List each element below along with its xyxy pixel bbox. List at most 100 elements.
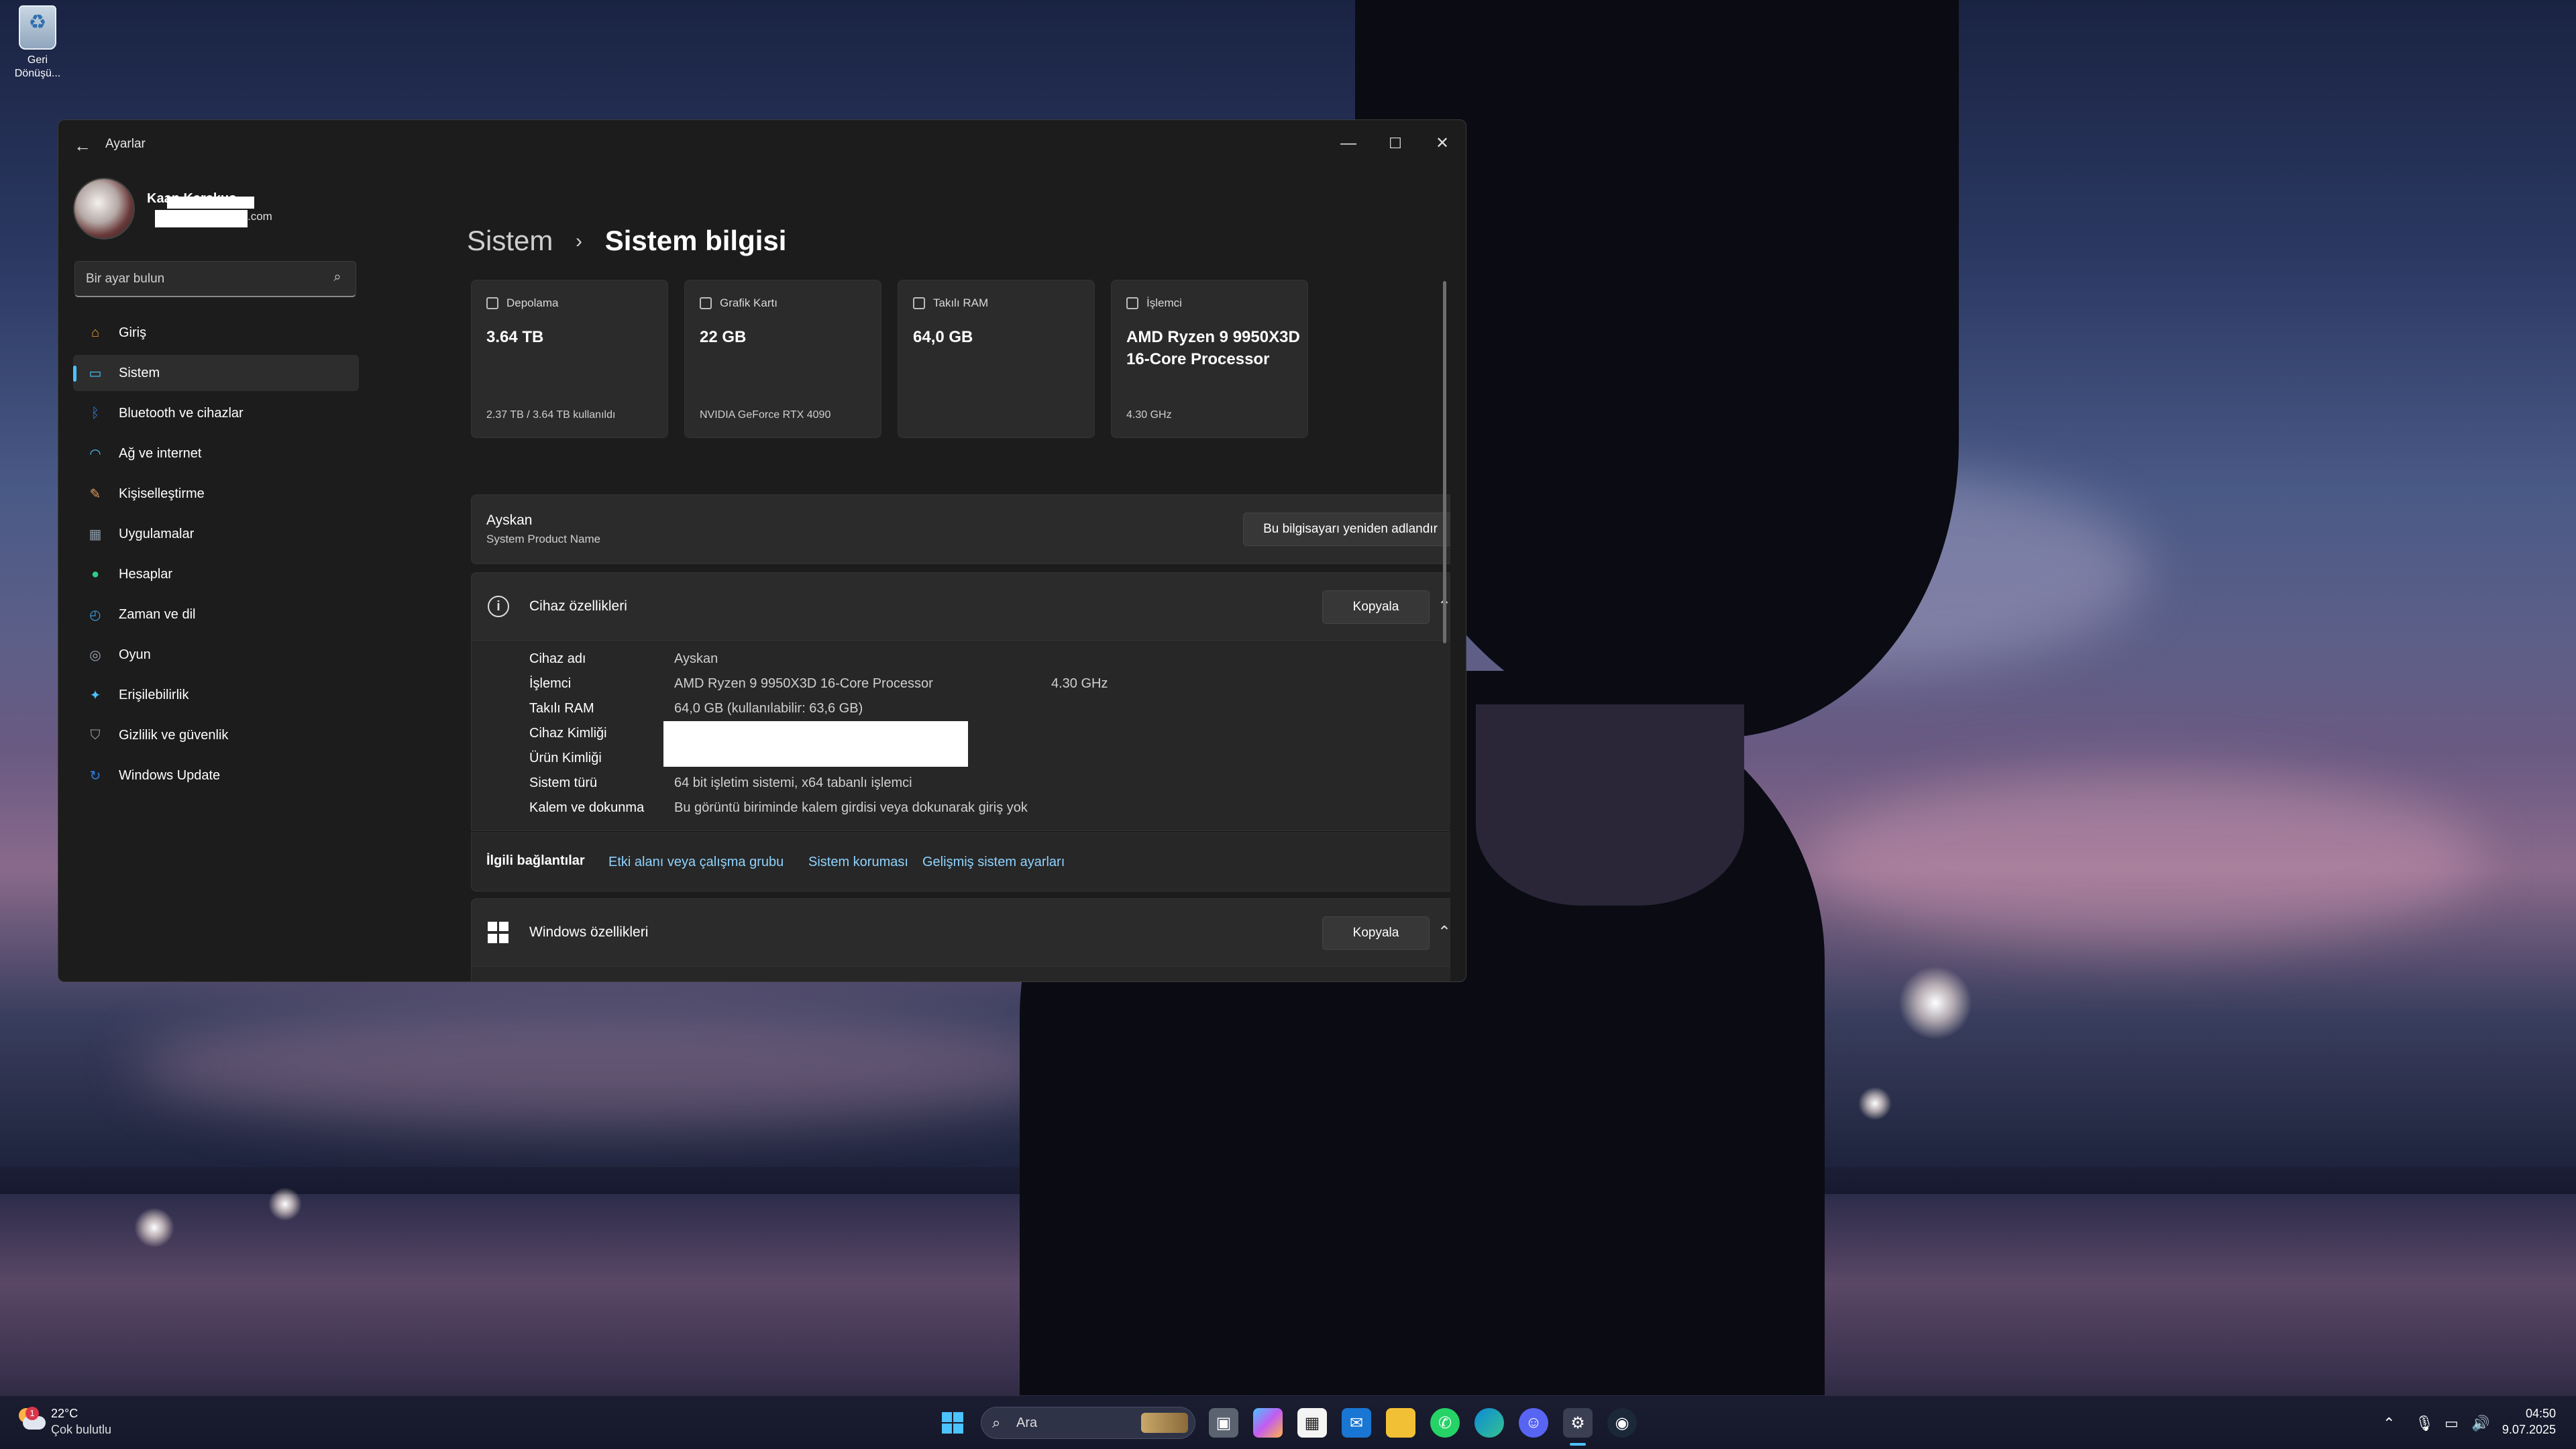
discord-icon[interactable]: ☺ — [1519, 1408, 1548, 1438]
page-title: Sistem bilgisi — [604, 225, 787, 256]
spec-value: 64,0 GB (kullanılabilir: 63,6 GB) — [674, 701, 863, 716]
system-protection-link[interactable]: Sistem koruması — [808, 855, 908, 870]
weather-badge: 1 — [25, 1407, 39, 1420]
spec-value: Windows 11 Pro — [674, 981, 771, 982]
start-button[interactable] — [938, 1408, 967, 1438]
search-highlight-image — [1141, 1413, 1188, 1433]
sidebar-item-label: Giriş — [119, 325, 147, 340]
brush-icon: ✎ — [89, 486, 101, 502]
sidebar-item-update[interactable]: ↻ Windows Update — [73, 757, 359, 794]
sidebar-item-accessibility[interactable]: ✦ Erişilebilirlik — [73, 677, 359, 713]
taskbar-search[interactable]: ⌕ — [981, 1407, 1195, 1439]
spec-key: Cihaz adı — [529, 651, 586, 666]
content-pane: Sistem › Sistem bilgisi Depolama 3.64 TB… — [411, 167, 1450, 982]
sidebar-item-account[interactable]: ● Hesaplar — [73, 556, 359, 592]
domain-workgroup-link[interactable]: Etki alanı veya çalışma grubu — [608, 855, 784, 870]
steam-icon[interactable]: ◉ — [1607, 1408, 1637, 1438]
copilot-icon[interactable] — [1253, 1408, 1283, 1438]
weather-temp: 22°C — [51, 1407, 78, 1420]
card-subtext: NVIDIA GeForce RTX 4090 — [700, 409, 831, 421]
title-bar[interactable]: ← Ayarlar — ☐ ✕ — [58, 120, 1466, 167]
device-specs-title: Cihaz özellikleri — [529, 598, 627, 614]
card-graphics[interactable]: Grafik Kartı 22 GB NVIDIA GeForce RTX 40… — [684, 280, 881, 438]
copy-windows-specs-button[interactable]: Kopyala — [1322, 916, 1430, 950]
sidebar-item-label: Zaman ve dil — [119, 606, 196, 622]
mail-icon[interactable]: ✉ — [1342, 1408, 1371, 1438]
chevron-up-icon[interactable]: ⌃ — [1432, 594, 1450, 619]
system-icon: ▭ — [89, 366, 102, 381]
pc-name: Ayskan — [486, 513, 533, 528]
sidebar-item-label: Bluetooth ve cihazlar — [119, 405, 244, 421]
spec-extra: 4.30 GHz — [1051, 676, 1108, 691]
device-specs-header[interactable]: i Cihaz özellikleri Kopyala ⌃ — [471, 572, 1450, 641]
related-links: İlgili bağlantılar Etki alanı veya çalış… — [471, 833, 1450, 892]
sidebar-item-bluetooth[interactable]: ᛒ Bluetooth ve cihazlar — [73, 395, 359, 431]
spec-key: Kalem ve dokunma — [529, 800, 645, 815]
taskbar-search-input[interactable] — [1016, 1407, 1150, 1438]
card-storage[interactable]: Depolama 3.64 TB 2.37 TB / 3.64 TB kulla… — [471, 280, 668, 438]
file-explorer-icon[interactable] — [1386, 1408, 1415, 1438]
breadcrumb-parent[interactable]: Sistem — [467, 225, 553, 256]
clock[interactable]: 04:50 9.07.2025 — [2502, 1405, 2556, 1438]
back-arrow-icon: ← — [74, 136, 91, 156]
sidebar-item-label: Gizlilik ve güvenlik — [119, 727, 229, 743]
settings-search[interactable]: ⌕ — [74, 261, 356, 297]
sidebar-item-apps[interactable]: ▦ Uygulamalar — [73, 516, 359, 552]
sidebar-item-home[interactable]: ⌂ Giriş — [73, 315, 359, 351]
sidebar-item-wifi[interactable]: ◠ Ağ ve internet — [73, 435, 359, 472]
minimize-button[interactable]: — — [1326, 127, 1371, 160]
spec-value: 64 bit işletim sistemi, x64 tabanlı işle… — [674, 775, 912, 790]
sidebar-item-globe-clock[interactable]: ◴ Zaman ve dil — [73, 596, 359, 633]
advanced-system-settings-link[interactable]: Gelişmiş sistem ayarları — [922, 855, 1065, 870]
wifi-icon: ◠ — [89, 446, 101, 462]
task-view-icon[interactable]: ▣ — [1209, 1408, 1238, 1438]
sidebar-item-gamepad[interactable]: ◎ Oyun — [73, 637, 359, 673]
windows-specs-body: EdisyonWindows 11 ProSürüm24H2 — [471, 967, 1450, 982]
app-title: Ayarlar — [105, 137, 146, 151]
storage-icon — [486, 297, 498, 309]
tray-overflow-icon[interactable]: ⌃ — [2383, 1415, 2395, 1432]
spec-value: AMD Ryzen 9 9950X3D 16-Core Processor — [674, 676, 933, 691]
chevron-up-icon[interactable]: ⌃ — [1432, 920, 1450, 945]
close-button[interactable]: ✕ — [1420, 127, 1464, 160]
graphics-card-icon — [700, 297, 712, 309]
settings-gear-icon[interactable]: ⚙ — [1563, 1408, 1593, 1438]
sidebar-item-shield[interactable]: ⛉ Gizlilik ve güvenlik — [73, 717, 359, 753]
spec-key: Takılı RAM — [529, 701, 594, 716]
spec-key: Cihaz Kimliği — [529, 726, 607, 741]
rename-pc-button[interactable]: Bu bilgisayarı yeniden adlandır — [1243, 513, 1450, 546]
info-icon: i — [488, 596, 509, 617]
shield-icon: ⛉ — [90, 727, 101, 743]
update-icon: ↻ — [89, 768, 101, 784]
clock-time: 04:50 — [2525, 1407, 2556, 1420]
breadcrumb-separator: › — [576, 230, 583, 252]
recycle-bin-icon[interactable]: Geri Dönüşü... — [9, 5, 66, 80]
back-button[interactable]: ← — [69, 133, 96, 158]
recycle-bin-label: Geri Dönüşü... — [14, 54, 61, 79]
volume-icon[interactable]: 🔊 — [2471, 1415, 2489, 1432]
network-icon[interactable]: ▭ — [2445, 1415, 2459, 1432]
card-ram[interactable]: Takılı RAM 64,0 GB — [898, 280, 1095, 438]
card-processor[interactable]: İşlemci AMD Ryzen 9 9950X3D 16-Core Proc… — [1111, 280, 1308, 438]
card-title: Takılı RAM — [933, 297, 989, 309]
card-subtext: 4.30 GHz — [1126, 409, 1172, 421]
apps-icon: ▦ — [89, 527, 102, 542]
whatsapp-icon[interactable]: ✆ — [1430, 1408, 1460, 1438]
home-icon: ⌂ — [91, 325, 100, 340]
windows-start-icon — [942, 1412, 963, 1434]
sidebar-item-system[interactable]: ▭ Sistem — [73, 355, 359, 391]
edge-icon[interactable] — [1474, 1408, 1504, 1438]
sidebar-item-brush[interactable]: ✎ Kişiselleştirme — [73, 476, 359, 512]
breadcrumb: Sistem › Sistem bilgisi — [467, 225, 786, 257]
card-title: Grafik Kartı — [720, 297, 777, 309]
search-input[interactable] — [86, 262, 327, 297]
copy-device-specs-button[interactable]: Kopyala — [1322, 590, 1430, 624]
microphone-icon[interactable]: 🎙 — [2415, 1415, 2434, 1432]
store-icon[interactable]: ▦ — [1297, 1408, 1327, 1438]
maximize-button[interactable]: ☐ — [1373, 127, 1417, 160]
windows-specs-header[interactable]: Windows özellikleri Kopyala ⌃ — [471, 898, 1450, 967]
pc-name-panel: Ayskan System Product Name Bu bilgisayar… — [471, 494, 1450, 564]
scrollbar[interactable] — [1443, 281, 1446, 643]
recycle-bin-image — [19, 5, 56, 50]
globe-clock-icon: ◴ — [89, 607, 101, 623]
